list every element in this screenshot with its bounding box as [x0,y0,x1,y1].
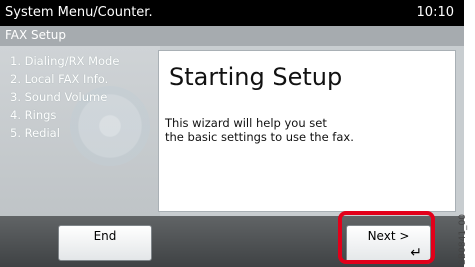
steps-panel: 1. Dialing/RX Mode 2. Local FAX Info. 3.… [0,46,160,216]
step-5: 5. Redial [10,126,60,140]
next-button-highlight [338,211,435,264]
end-button-label: End [93,229,117,243]
step-1: 1. Dialing/RX Mode [10,54,120,68]
sub-title-text: FAX Setup [5,28,66,42]
title-bar: System Menu/Counter. 10:10 [0,0,464,26]
step-2: 2. Local FAX Info. [10,72,109,86]
description-line-2: the basic settings to use the fax. [165,130,354,144]
description-line-1: This wizard will help you set [165,116,327,130]
title-text: System Menu/Counter. [5,5,153,20]
image-code-label: GB0841_00 [458,213,468,266]
end-button[interactable]: End [58,225,152,261]
content-panel: Starting Setup This wizard will help you… [158,50,456,212]
step-4: 4. Rings [10,108,57,122]
panel-screen: System Menu/Counter. 10:10 FAX Setup 1. … [0,0,464,267]
clock-text: 10:10 [416,5,454,20]
content-title: Starting Setup [169,63,343,91]
step-3: 3. Sound Volume [10,90,108,104]
sub-title-bar: FAX Setup [0,26,464,46]
content-description: This wizard will help you set the basic … [165,116,425,144]
